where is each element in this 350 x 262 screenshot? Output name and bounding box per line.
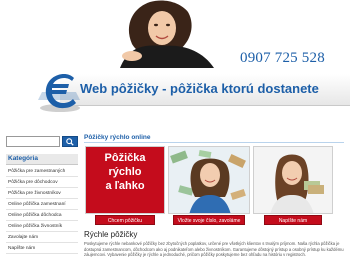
category-item[interactable]: Online pôžička dôchodca — [6, 210, 78, 221]
callback-button[interactable]: Vložte svoje číslo, zavoláme — [173, 215, 245, 225]
intro-paragraph: Poskytujeme rýchle nebankové pôžičky bez… — [84, 241, 344, 258]
site-header: 0907 725 528 Web pôžičky - pôžička ktorú… — [0, 0, 350, 128]
search-icon — [66, 138, 74, 146]
category-item[interactable]: Online pôžička zamestnaní — [6, 199, 78, 210]
category-item[interactable]: Pôžička pre zamestnaných — [6, 166, 78, 177]
money-woman-tile[interactable] — [168, 146, 250, 214]
promo-tile[interactable]: Pôžička rýchlo a ľahko — [85, 146, 165, 214]
euro-logo-icon — [38, 74, 80, 112]
promo-text: Pôžička rýchlo a ľahko — [104, 152, 146, 192]
category-item[interactable]: Zavolajte nám — [6, 232, 78, 243]
page-title: Pôžičky rýchlo online — [84, 134, 151, 141]
category-item[interactable]: Pôžička pre živnostníkov — [6, 188, 78, 199]
write-us-button[interactable]: Napíšte nám — [264, 215, 322, 225]
woman-photo — [110, 0, 220, 68]
search-input[interactable] — [6, 136, 60, 147]
title-divider — [84, 142, 344, 143]
phone-number[interactable]: 0907 725 528 — [240, 50, 325, 67]
search-button[interactable] — [62, 136, 78, 147]
section-subtitle: Rýchle pôžičky — [84, 230, 138, 239]
category-item[interactable]: Online pôžička živnostník — [6, 221, 78, 232]
money-woman-photo — [169, 147, 249, 213]
want-loan-button[interactable]: Chcem pôžičku — [95, 215, 155, 225]
phone-woman-tile[interactable] — [253, 146, 333, 214]
category-item[interactable]: Napíšte nám — [6, 243, 78, 254]
site-title: Web pôžičky - pôžička ktorú dostanete — [80, 81, 319, 96]
category-item[interactable]: Pôžička pre dôchodcov — [6, 177, 78, 188]
search-bar — [6, 136, 78, 149]
phone-woman-photo — [254, 147, 332, 213]
category-list: Pôžička pre zamestnaných Pôžička pre dôc… — [6, 166, 78, 254]
category-heading: Kategória — [6, 154, 78, 165]
